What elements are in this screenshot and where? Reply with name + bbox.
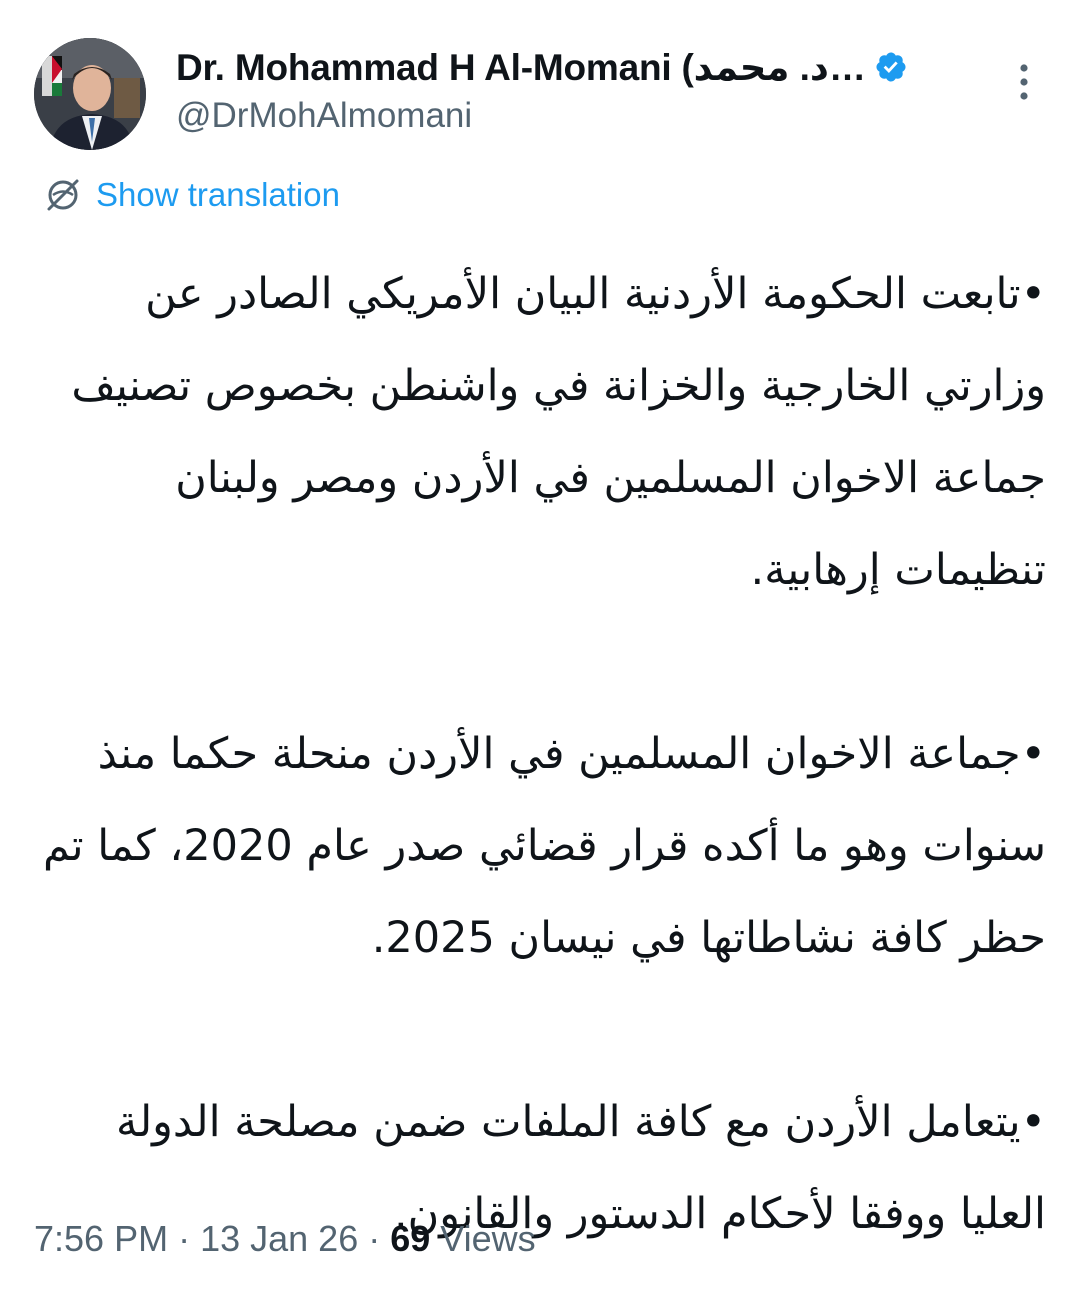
show-translation-button[interactable]: Show translation	[44, 172, 340, 218]
tweet-text: •تابعت الحكومة الأردنية البيان الأمريكي …	[30, 248, 1046, 1260]
globe-translate-icon	[47, 179, 79, 211]
avatar[interactable]	[34, 38, 146, 150]
tweet-paragraph-1: •تابعت الحكومة الأردنية البيان الأمريكي …	[71, 269, 1046, 595]
author-handle[interactable]: @DrMohAlmomani	[176, 96, 472, 136]
show-translation-label[interactable]: Show translation	[96, 176, 340, 214]
tweet-meta: 7:56 PM · 13 Jan 26 · 69 Views	[34, 1214, 536, 1264]
profile-photo	[34, 38, 146, 150]
more-options-icon[interactable]	[1004, 58, 1044, 108]
meta-separator: ·	[178, 1218, 191, 1259]
views-count[interactable]: 69	[390, 1218, 430, 1260]
author-display-name[interactable]: Dr. Mohammad H Al-Momani (د. محمد…	[176, 46, 866, 89]
tweet-paragraph-2: •جماعة الاخوان المسلمين في الأردن منحلة …	[43, 729, 1046, 963]
meta-separator: ·	[368, 1218, 381, 1259]
verified-badge-icon	[876, 52, 906, 82]
tweet: Dr. Mohammad H Al-Momani (د. محمد… @DrMo…	[0, 0, 1080, 1294]
author-name-row[interactable]: Dr. Mohammad H Al-Momani (د. محمد…	[176, 42, 908, 92]
tweet-time[interactable]: 7:56 PM	[34, 1218, 168, 1260]
views-label[interactable]: Views	[440, 1218, 535, 1260]
tweet-date[interactable]: 13 Jan 26	[200, 1218, 358, 1260]
